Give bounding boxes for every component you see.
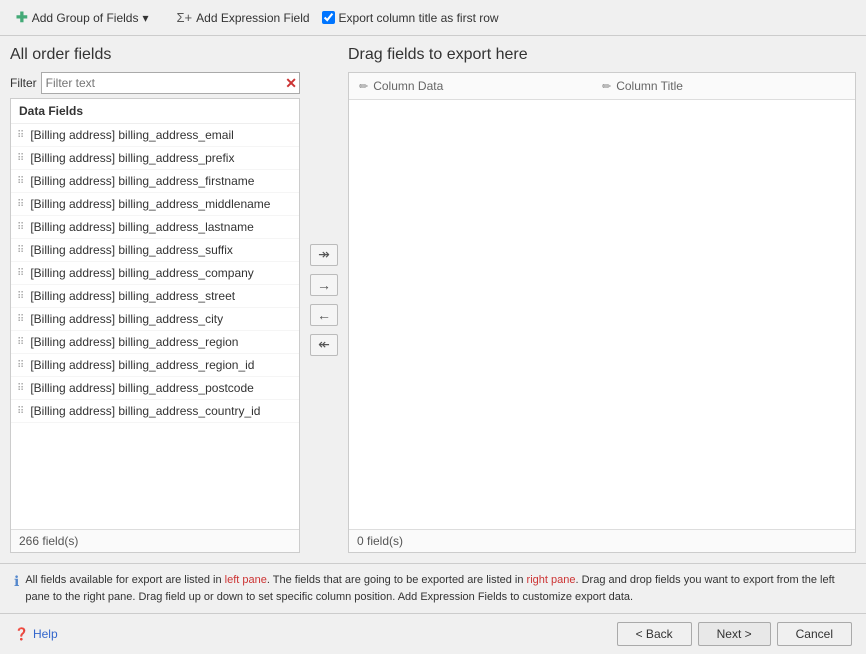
add-group-button[interactable]: ✚ Add Group of Fields ▾: [10, 6, 155, 29]
drag-handle-icon: ⠿: [17, 314, 24, 325]
list-item[interactable]: ⠿ [Billing address] billing_address_compa…: [11, 262, 299, 285]
export-checkbox[interactable]: [322, 11, 335, 24]
column-data-label: Column Data: [373, 79, 443, 93]
drag-handle-icon: ⠿: [17, 360, 24, 371]
list-item[interactable]: ⠿ [Billing address] billing_address_regio…: [11, 354, 299, 377]
drag-handle-icon: ⠿: [17, 268, 24, 279]
list-item[interactable]: ⠿ [Billing address] billing_address_regio…: [11, 331, 299, 354]
fields-list[interactable]: ⠿ [Billing address] billing_address_email…: [11, 124, 299, 529]
info-bar: ℹ All fields available for export are li…: [0, 563, 866, 613]
field-name: [Billing address] billing_address_compan…: [30, 266, 253, 280]
left-pane-title: All order fields: [10, 46, 300, 64]
plus-icon: ✚: [16, 9, 28, 26]
list-item[interactable]: ⠿ [Billing address] billing_address_email: [11, 124, 299, 147]
list-item[interactable]: ⠿ [Billing address] billing_address_lastn…: [11, 216, 299, 239]
drag-handle-icon: ⠿: [17, 245, 24, 256]
drag-handle-icon: ⠿: [17, 222, 24, 233]
remove-selected-button[interactable]: ←: [310, 304, 338, 326]
help-link[interactable]: ❓ Help: [14, 627, 58, 641]
list-item[interactable]: ⠿ [Billing address] billing_address_count…: [11, 400, 299, 423]
main-content: All order fields Filter ✕ Data Fields ⠿ […: [0, 36, 866, 563]
filter-label: Filter: [10, 76, 37, 90]
add-selected-button[interactable]: →: [310, 274, 338, 296]
toolbar: ✚ Add Group of Fields ▾ Σ+ Add Expressio…: [0, 0, 866, 36]
dropdown-arrow-icon: ▾: [142, 11, 148, 25]
field-name: [Billing address] billing_address_email: [30, 128, 233, 142]
next-button[interactable]: Next >: [698, 622, 771, 646]
list-item[interactable]: ⠿ [Billing address] billing_address_prefi…: [11, 147, 299, 170]
export-table-header: ✏ Column Data ✏ Column Title: [349, 73, 855, 100]
pencil-icon-data: ✏: [359, 80, 368, 93]
field-name: [Billing address] billing_address_region…: [30, 358, 254, 372]
bottom-buttons: < Back Next > Cancel: [617, 622, 852, 646]
export-checkbox-label: Export column title as first row: [339, 11, 499, 25]
export-table-container: ✏ Column Data ✏ Column Title 0 field(s): [348, 72, 856, 553]
field-name: [Billing address] billing_address_city: [30, 312, 223, 326]
field-name: [Billing address] billing_address_suffix: [30, 243, 233, 257]
field-name: [Billing address] billing_address_street: [30, 289, 235, 303]
export-checkbox-group: Export column title as first row: [322, 11, 499, 25]
right-pane-title: Drag fields to export here: [348, 46, 856, 64]
drag-handle-icon: ⠿: [17, 153, 24, 164]
column-title-header: ✏ Column Title: [602, 79, 845, 93]
field-name: [Billing address] billing_address_countr…: [30, 404, 260, 418]
add-group-label: Add Group of Fields: [32, 11, 139, 25]
list-item[interactable]: ⠿ [Billing address] billing_address_city: [11, 308, 299, 331]
list-item[interactable]: ⠿ [Billing address] billing_address_middl…: [11, 193, 299, 216]
fields-footer: 266 field(s): [11, 529, 299, 552]
sigma-icon: Σ+: [177, 10, 193, 25]
drag-handle-icon: ⠿: [17, 130, 24, 141]
right-pane: Drag fields to export here ✏ Column Data…: [348, 46, 856, 553]
drag-handle-icon: ⠿: [17, 291, 24, 302]
left-pane: All order fields Filter ✕ Data Fields ⠿ […: [10, 46, 300, 553]
drag-handle-icon: ⠿: [17, 176, 24, 187]
filter-clear-icon[interactable]: ✕: [285, 76, 297, 90]
filter-input-wrap: ✕: [41, 72, 300, 94]
export-table-body[interactable]: [349, 100, 855, 529]
list-item[interactable]: ⠿ [Billing address] billing_address_first…: [11, 170, 299, 193]
field-name: [Billing address] billing_address_middle…: [30, 197, 270, 211]
field-name: [Billing address] billing_address_prefix: [30, 151, 234, 165]
help-label: Help: [33, 627, 58, 641]
info-icon: ℹ: [14, 573, 19, 590]
field-name: [Billing address] billing_address_firstn…: [30, 174, 254, 188]
column-title-label: Column Title: [616, 79, 683, 93]
fields-group-header: Data Fields: [11, 99, 299, 124]
list-item[interactable]: ⠿ [Billing address] billing_address_postc…: [11, 377, 299, 400]
add-expression-button[interactable]: Σ+ Add Expression Field: [171, 7, 316, 28]
add-all-button[interactable]: ↠: [310, 244, 338, 266]
column-data-header: ✏ Column Data: [359, 79, 602, 93]
drag-handle-icon: ⠿: [17, 199, 24, 210]
export-footer: 0 field(s): [349, 529, 855, 552]
fields-list-container: Data Fields ⠿ [Billing address] billing_a…: [10, 98, 300, 553]
transfer-buttons: ↠ → ← ↞: [300, 46, 348, 553]
filter-input[interactable]: [41, 72, 300, 94]
info-text: All fields available for export are list…: [25, 572, 852, 605]
cancel-button[interactable]: Cancel: [777, 622, 852, 646]
help-icon: ❓: [14, 627, 29, 641]
drag-handle-icon: ⠿: [17, 383, 24, 394]
add-expression-label: Add Expression Field: [196, 11, 309, 25]
field-name: [Billing address] billing_address_postco…: [30, 381, 253, 395]
filter-row: Filter ✕: [10, 72, 300, 94]
remove-all-button[interactable]: ↞: [310, 334, 338, 356]
back-button[interactable]: < Back: [617, 622, 692, 646]
drag-handle-icon: ⠿: [17, 337, 24, 348]
bottom-bar: ❓ Help < Back Next > Cancel: [0, 613, 866, 654]
pencil-icon-title: ✏: [602, 80, 611, 93]
drag-handle-icon: ⠿: [17, 406, 24, 417]
list-item[interactable]: ⠿ [Billing address] billing_address_suffi…: [11, 239, 299, 262]
list-item[interactable]: ⠿ [Billing address] billing_address_stree…: [11, 285, 299, 308]
field-name: [Billing address] billing_address_lastna…: [30, 220, 253, 234]
field-name: [Billing address] billing_address_region: [30, 335, 238, 349]
